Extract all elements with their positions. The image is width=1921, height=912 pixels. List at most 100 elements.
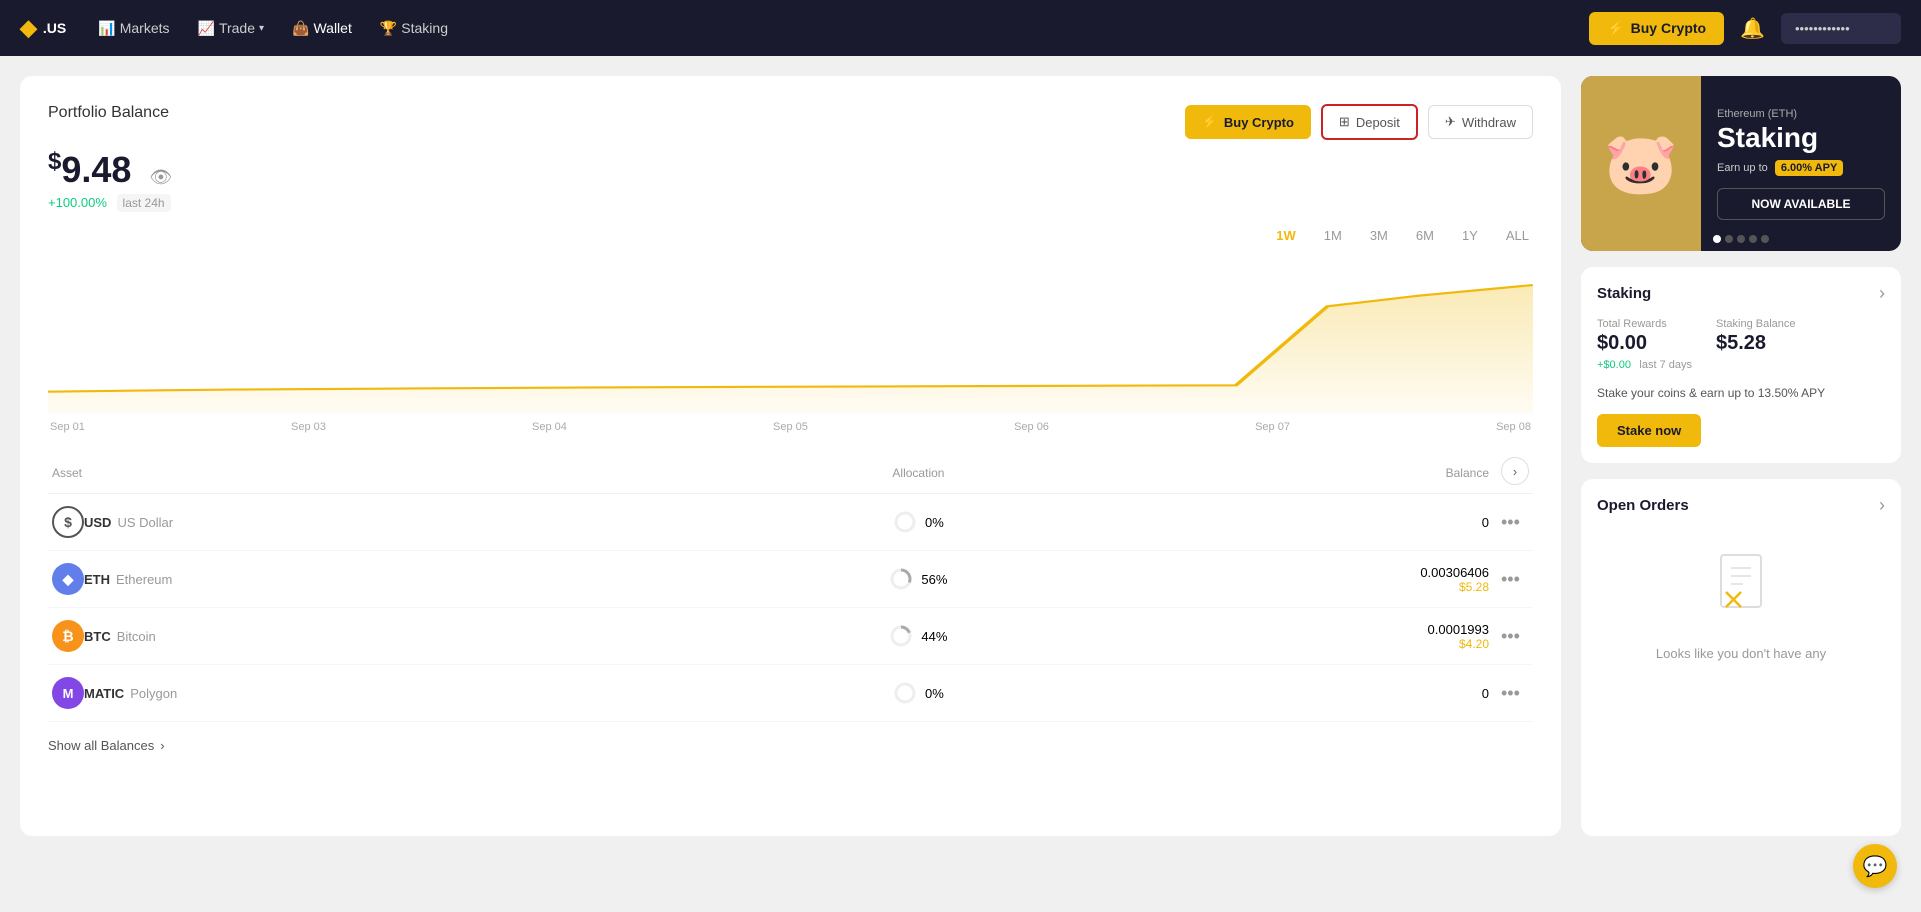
asset-table: Asset Allocation Balance › $ USD US Doll… — [48, 453, 1533, 722]
asset-name-col: $ USD US Dollar — [52, 506, 742, 538]
chat-icon: 💬 — [1863, 854, 1888, 879]
markets-label: Markets — [120, 20, 170, 36]
nav-staking[interactable]: 🏆 Staking — [380, 20, 448, 37]
navbar-right: ⚡ Buy Crypto 🔔 •••••••••••• — [1589, 12, 1901, 45]
eye-icon[interactable]: 👁 — [149, 167, 172, 187]
portfolio-header: Portfolio Balance ⚡ Buy Crypto ⊞ Deposit… — [48, 104, 1533, 140]
allocation-pct: 56% — [921, 572, 947, 587]
nav-wallet[interactable]: 👜 Wallet — [292, 20, 352, 37]
navbar: ◆ .US 📊 Markets 📈 Trade ▾ 👜 Wallet 🏆 Sta… — [0, 0, 1921, 56]
empty-icon — [1711, 550, 1771, 634]
table-row: M MATIC Polygon 0% 0 ••• — [48, 665, 1533, 722]
withdraw-button[interactable]: ✈ Withdraw — [1428, 105, 1533, 139]
logo-text: .US — [43, 20, 66, 36]
chat-button[interactable]: 💬 — [1853, 844, 1897, 888]
more-options-button[interactable]: ••• — [1497, 679, 1524, 708]
asset-fullname: Bitcoin — [117, 629, 156, 644]
nav-trade[interactable]: 📈 Trade ▾ — [198, 20, 265, 37]
staking-description: Stake your coins & earn up to 13.50% APY — [1597, 385, 1885, 402]
deposit-button[interactable]: ⊞ Deposit — [1321, 104, 1418, 140]
trade-label: Trade — [219, 20, 255, 36]
more-options-cell: ••• — [1493, 551, 1533, 608]
piggy-icon: 🐷 — [1604, 128, 1679, 199]
banner-subtitle: Ethereum (ETH) — [1717, 108, 1885, 120]
user-account-button[interactable]: •••••••••••• — [1781, 13, 1901, 44]
allocation-pct: 0% — [925, 686, 944, 701]
staking-chevron-icon[interactable]: › — [1879, 283, 1885, 304]
time-filter-1w[interactable]: 1W — [1272, 226, 1300, 245]
logo-icon: ◆ — [20, 15, 37, 41]
asset-icon: $ — [52, 506, 84, 538]
asset-name-col: ◆ ETH Ethereum — [52, 563, 742, 595]
empty-orders: Looks like you don't have any — [1597, 530, 1885, 681]
chart-container — [48, 253, 1533, 413]
allocation-cell: 0% — [746, 494, 1092, 551]
time-filter-all[interactable]: ALL — [1502, 226, 1533, 245]
markets-icon: 📊 — [98, 20, 115, 37]
banner-inner: 🐷 Ethereum (ETH) Staking Earn up to 6.00… — [1581, 76, 1901, 251]
time-filters: 1W 1M 3M 6M 1Y ALL — [48, 226, 1533, 245]
asset-name-col: ₿ BTC Bitcoin — [52, 620, 742, 652]
now-available-button[interactable]: NOW AVAILABLE — [1717, 188, 1885, 220]
show-all-balances-link[interactable]: Show all Balances › — [48, 738, 1533, 753]
asset-icon: ₿ — [52, 620, 84, 652]
balance-cell: 0.00306406$5.28 — [1091, 551, 1493, 608]
allocation-inner: 0% — [750, 510, 1088, 534]
stake-now-button[interactable]: Stake now — [1597, 414, 1701, 447]
staking-card-title: Staking — [1597, 285, 1651, 302]
portfolio-chart — [48, 253, 1533, 413]
more-options-button[interactable]: ••• — [1497, 565, 1524, 594]
notification-bell[interactable]: 🔔 — [1740, 16, 1765, 41]
dot-5 — [1761, 235, 1769, 243]
allocation-cell: 44% — [746, 608, 1092, 665]
more-options-cell: ••• — [1493, 494, 1533, 551]
time-filter-6m[interactable]: 6M — [1412, 226, 1438, 245]
more-options-cell: ••• — [1493, 665, 1533, 722]
allocation-cell: 56% — [746, 551, 1092, 608]
asset-fullname: Ethereum — [116, 572, 172, 587]
allocation-inner: 56% — [750, 567, 1088, 591]
balance-amount: $9.48 — [48, 149, 141, 190]
chart-xaxis: Sep 01 Sep 03 Sep 04 Sep 05 Sep 06 Sep 0… — [48, 421, 1533, 433]
time-filter-1m[interactable]: 1M — [1320, 226, 1346, 245]
open-orders-chevron-icon[interactable]: › — [1879, 495, 1885, 516]
wallet-label: Wallet — [313, 20, 351, 36]
trade-chevron-icon: ▾ — [259, 23, 264, 34]
allocation-donut — [893, 510, 917, 534]
asset-ticker: ETH — [84, 572, 110, 587]
buy-crypto-button[interactable]: ⚡ Buy Crypto — [1185, 105, 1311, 139]
more-options-button[interactable]: ••• — [1497, 508, 1524, 537]
balance-display: $9.48 👁 — [48, 148, 1533, 191]
show-all-label: Show all Balances — [48, 738, 154, 753]
nav-markets[interactable]: 📊 Markets — [98, 20, 169, 37]
staking-label: Staking — [401, 20, 448, 36]
expand-button[interactable]: › — [1501, 457, 1529, 485]
logo[interactable]: ◆ .US — [20, 15, 66, 41]
balance-cell: 0 — [1091, 494, 1493, 551]
empty-orders-text: Looks like you don't have any — [1656, 646, 1826, 661]
asset-ticker: MATIC — [84, 686, 124, 701]
x-label-sep08: Sep 08 — [1496, 421, 1531, 433]
dot-1 — [1713, 235, 1721, 243]
portfolio-title-section: Portfolio Balance — [48, 104, 169, 122]
asset-ticker: BTC — [84, 629, 111, 644]
staking-stats: Total Rewards $0.00 +$0.00 last 7 days S… — [1597, 318, 1885, 373]
total-rewards-stat: Total Rewards $0.00 +$0.00 last 7 days — [1597, 318, 1692, 373]
dot-4 — [1749, 235, 1757, 243]
portfolio-actions: ⚡ Buy Crypto ⊞ Deposit ✈ Withdraw — [1185, 104, 1533, 140]
staking-balance-stat: Staking Balance $5.28 — [1716, 318, 1796, 373]
portfolio-title: Portfolio Balance — [48, 104, 169, 122]
balance-change: +100.00% last 24h — [48, 195, 1533, 210]
navbar-buy-crypto-button[interactable]: ⚡ Buy Crypto — [1589, 12, 1724, 45]
time-filter-1y[interactable]: 1Y — [1458, 226, 1482, 245]
asset-name-col: M MATIC Polygon — [52, 677, 742, 709]
allocation-donut — [889, 624, 913, 648]
time-filter-3m[interactable]: 3M — [1366, 226, 1392, 245]
balance-crypto: 0 — [1095, 686, 1489, 701]
more-options-cell: ••• — [1493, 608, 1533, 665]
more-options-button[interactable]: ••• — [1497, 622, 1524, 651]
banner-title: Staking — [1717, 124, 1885, 152]
change-period: last 24h — [117, 194, 171, 212]
col-asset: Asset — [48, 453, 746, 494]
asset-cell: M MATIC Polygon — [48, 665, 746, 722]
